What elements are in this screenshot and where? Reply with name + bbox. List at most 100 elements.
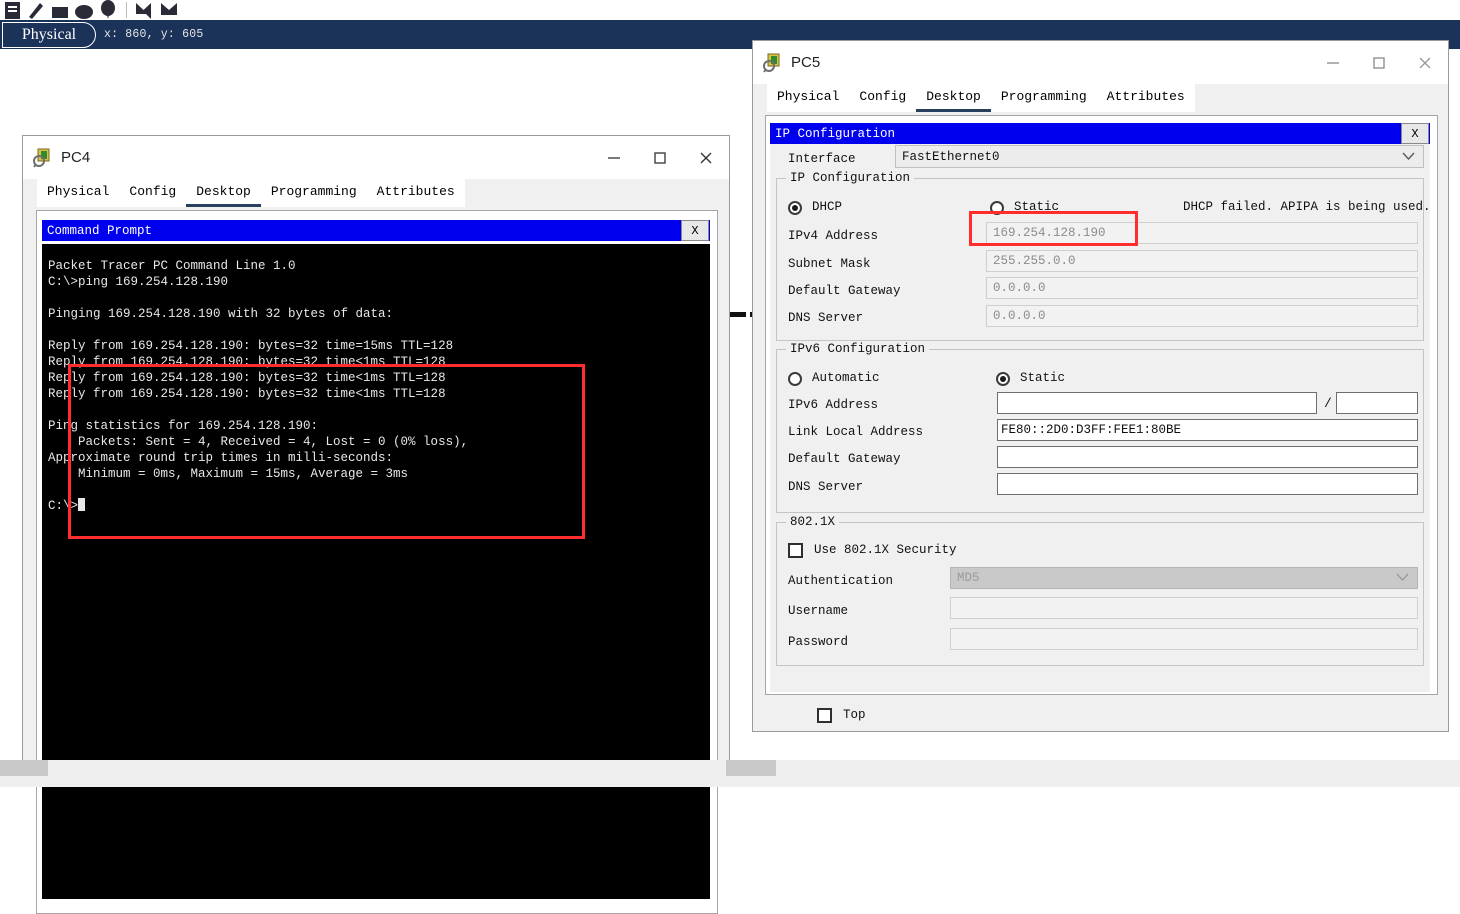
password-label: Password (788, 635, 849, 649)
dns-server-input-ipv4[interactable]: 0.0.0.0 (986, 305, 1418, 327)
use-dot1x-security-checkbox[interactable] (788, 543, 803, 558)
terminal-caret (78, 498, 86, 511)
ipv4-address-value: 169.254.128.190 (993, 226, 1106, 240)
ipv6-address-label: IPv6 Address (788, 398, 879, 412)
physical-view-button[interactable]: Physical (2, 21, 96, 48)
maximize-icon[interactable] (637, 136, 683, 179)
pc5-window-title: PC5 (791, 54, 821, 71)
top-checkbox-row: Top (765, 701, 1438, 727)
default-gateway-input-ipv4[interactable]: 0.0.0.0 (986, 277, 1418, 299)
tab-physical[interactable]: Physical (37, 180, 120, 207)
device-pc-icon (763, 53, 783, 73)
tab-programming[interactable]: Programming (260, 180, 367, 207)
note-icon[interactable] (0, 0, 24, 20)
pc4-window-title: PC4 (61, 149, 91, 166)
ipv6-address-input[interactable] (997, 392, 1317, 414)
tab-physical[interactable]: Physical (767, 85, 850, 112)
ipv4-address-input[interactable]: 169.254.128.190 (986, 222, 1418, 244)
balloon-icon[interactable] (96, 0, 120, 20)
add-simple-pdu-icon[interactable] (133, 0, 157, 20)
link-local-address-input[interactable]: FE80::2D0:D3FF:FEE1:80BE (997, 419, 1418, 441)
ipv4-address-label: IPv4 Address (788, 229, 879, 243)
tab-config[interactable]: Config (119, 180, 187, 207)
dot1x-group-title: 802.1X (786, 515, 840, 529)
eraser-icon[interactable] (48, 0, 72, 20)
maximize-icon[interactable] (1356, 41, 1402, 84)
pc5-tabstrip: Physical Config Desktop Programming Attr… (767, 84, 1195, 112)
default-gateway-label-ipv4: Default Gateway (788, 284, 901, 298)
tab-desktop[interactable]: Desktop (186, 180, 261, 207)
interface-select[interactable]: FastEthernet0 (895, 145, 1424, 168)
tab-desktop[interactable]: Desktop (916, 85, 991, 112)
pc4-window-controls (591, 136, 729, 179)
dhcp-radio[interactable] (788, 201, 802, 215)
password-input[interactable] (950, 628, 1418, 650)
ipv6-prefix-separator: / (1324, 396, 1332, 411)
automatic-label-ipv6: Automatic (812, 371, 880, 385)
ipv6-configuration-group-title: IPv6 Configuration (786, 342, 930, 356)
subnet-mask-value: 255.255.0.0 (993, 254, 1076, 268)
dns-server-label-ipv6: DNS Server (788, 480, 864, 494)
ipv4-configuration-group-title: IP Configuration (786, 171, 915, 185)
workspace-bottom-white (776, 732, 1460, 760)
dhcp-label: DHCP (812, 200, 843, 214)
chevron-down-icon (1396, 571, 1409, 585)
username-input[interactable] (950, 597, 1418, 619)
pc4-tab-bar: Physical Config Desktop Programming Attr… (23, 179, 729, 207)
pc5-tab-bar: Physical Config Desktop Programming Attr… (753, 84, 1448, 112)
pc4-device-window[interactable]: PC4 Physical Config Desktop Programming … (22, 135, 730, 914)
minimize-icon[interactable] (591, 136, 637, 179)
static-radio-ipv4[interactable] (990, 201, 1004, 215)
ip-configuration-title: IP Configuration (775, 126, 896, 141)
dns-server-input-ipv6[interactable] (997, 473, 1418, 495)
packet-tracer-toolbar (0, 0, 1460, 21)
automatic-radio-ipv6[interactable] (788, 372, 802, 386)
cursor-coordinates: x: 860, y: 605 (104, 28, 204, 41)
pc5-device-window[interactable]: PC5 Physical Config Desktop Programming … (752, 40, 1449, 732)
tab-attributes[interactable]: Attributes (1096, 85, 1195, 112)
command-prompt-title: Command Prompt (47, 223, 153, 238)
command-prompt-close-button[interactable]: X (681, 220, 709, 241)
tab-config[interactable]: Config (849, 85, 917, 112)
minimize-icon[interactable] (1310, 41, 1356, 84)
ip-configuration-close-button[interactable]: X (1401, 123, 1429, 144)
command-prompt-header: Command Prompt X (42, 220, 710, 241)
authentication-label: Authentication (788, 574, 894, 588)
bottom-scroll-thumb-left[interactable] (0, 760, 48, 776)
subnet-mask-input[interactable]: 255.255.0.0 (986, 250, 1418, 272)
top-checkbox[interactable] (817, 708, 832, 723)
pc5-titlebar[interactable]: PC5 (753, 41, 1448, 84)
ip-configuration-header: IP Configuration X (770, 123, 1430, 144)
close-icon[interactable] (683, 136, 729, 179)
default-gateway-input-ipv6[interactable] (997, 446, 1418, 468)
top-checkbox-label: Top (843, 708, 866, 722)
add-complex-pdu-icon[interactable] (157, 0, 181, 20)
link-local-address-value: FE80::2D0:D3FF:FEE1:80BE (1001, 423, 1182, 437)
pc5-desktop-panel: IP Configuration X Interface FastEtherne… (765, 115, 1438, 695)
pencil-icon[interactable] (24, 0, 48, 20)
username-label: Username (788, 604, 849, 618)
tab-programming[interactable]: Programming (990, 85, 1097, 112)
dhcp-status-message: DHCP failed. APIPA is being used. (1183, 200, 1431, 214)
default-gateway-value-ipv4: 0.0.0.0 (993, 281, 1046, 295)
chevron-down-icon (1402, 150, 1415, 164)
bottom-scroll-thumb-right[interactable] (726, 760, 776, 776)
toolbar-divider (126, 2, 127, 18)
static-radio-ipv6[interactable] (996, 372, 1010, 386)
dns-server-label-ipv4: DNS Server (788, 311, 864, 325)
authentication-value: MD5 (957, 571, 980, 585)
pc5-window-controls (1310, 41, 1448, 84)
tab-attributes[interactable]: Attributes (366, 180, 465, 207)
authentication-select[interactable]: MD5 (950, 567, 1418, 589)
interface-select-value: FastEthernet0 (902, 149, 1000, 164)
default-gateway-label-ipv6: Default Gateway (788, 452, 901, 466)
use-dot1x-security-label: Use 802.1X Security (814, 543, 957, 557)
link-local-address-label: Link Local Address (788, 425, 924, 439)
static-label-ipv4: Static (1014, 200, 1060, 214)
ellipse-icon[interactable] (72, 0, 96, 20)
dns-server-value-ipv4: 0.0.0.0 (993, 309, 1046, 323)
ipv6-prefix-input[interactable] (1336, 392, 1418, 414)
command-prompt-terminal[interactable]: Packet Tracer PC Command Line 1.0 C:\>pi… (42, 244, 710, 899)
close-icon[interactable] (1402, 41, 1448, 84)
pc4-titlebar[interactable]: PC4 (23, 136, 729, 179)
